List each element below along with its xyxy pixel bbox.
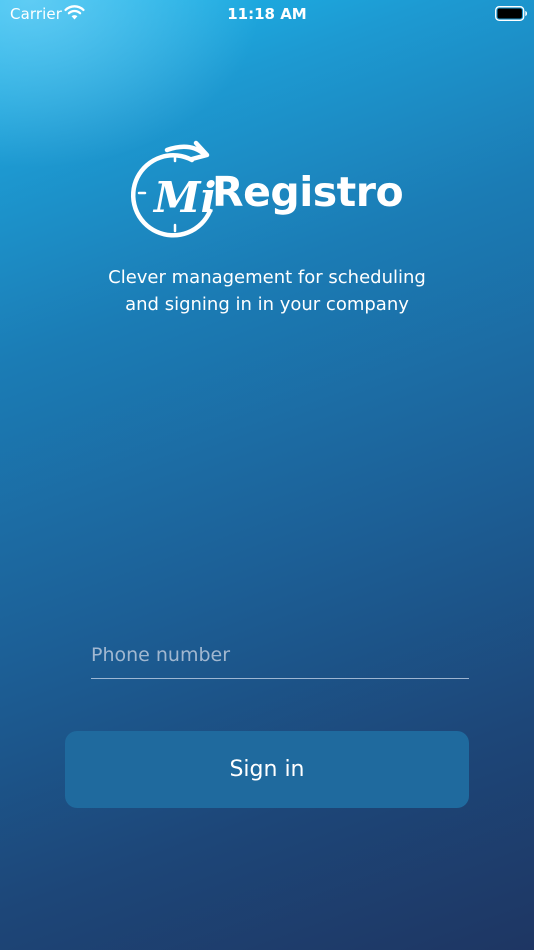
logo-wordmark: Registro — [212, 168, 404, 216]
status-time: 11:18 AM — [227, 5, 307, 23]
status-bar: Carrier 11:18 AM — [0, 0, 534, 28]
tagline-line-2: and signing in in your company — [125, 294, 409, 315]
logo-script-text: Mi — [152, 173, 216, 222]
sign-in-button[interactable]: Sign in — [65, 731, 469, 808]
phone-number-input[interactable] — [91, 632, 469, 679]
tagline-line-1: Clever management for scheduling — [108, 267, 426, 288]
battery-icon — [495, 6, 527, 21]
tagline: Clever management for scheduling and sig… — [0, 264, 534, 318]
